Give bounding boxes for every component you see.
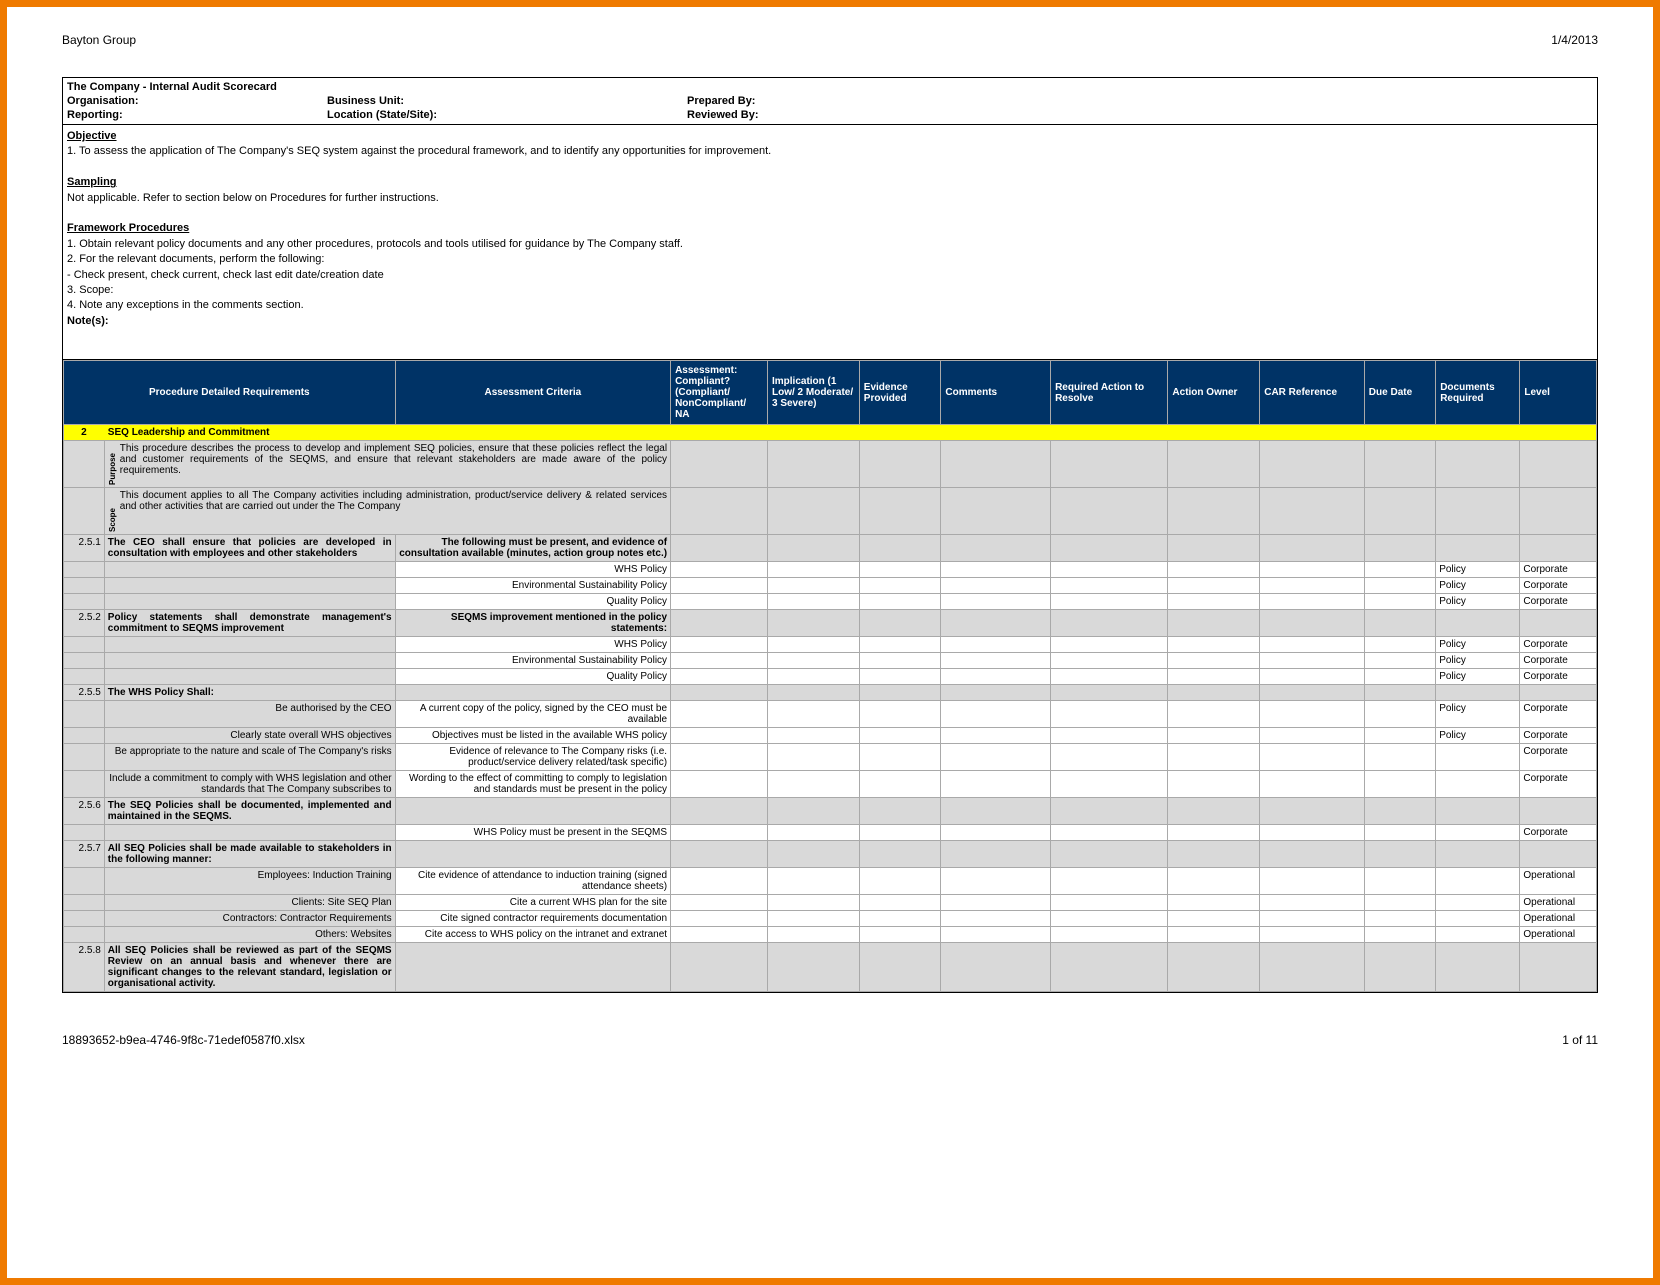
prepared-label: Prepared By: bbox=[687, 94, 1593, 108]
fp2a: - Check present, check current, check la… bbox=[67, 268, 1593, 283]
table-row: 2.5.2Policy statements shall demonstrate… bbox=[64, 610, 1597, 637]
reviewed-label: Reviewed By: bbox=[687, 108, 1593, 122]
col-owner: Action Owner bbox=[1168, 361, 1260, 425]
table-row: 2.5.5The WHS Policy Shall: bbox=[64, 685, 1597, 701]
page-footer: 18893652-b9ea-4746-9f8c-71edef0587f0.xls… bbox=[62, 993, 1598, 1047]
sampling-heading: Sampling bbox=[67, 175, 1593, 190]
col-car: CAR Reference bbox=[1260, 361, 1365, 425]
col-action: Required Action to Resolve bbox=[1051, 361, 1168, 425]
bu-label: Business Unit: bbox=[327, 94, 687, 108]
table-row: WHS Policy must be present in the SEQMSC… bbox=[64, 825, 1597, 841]
table-row: Quality PolicyPolicyCorporate bbox=[64, 669, 1597, 685]
table-row: Contractors: Contractor RequirementsCite… bbox=[64, 911, 1597, 927]
table-row: 2.5.1The CEO shall ensure that policies … bbox=[64, 535, 1597, 562]
table-row: 2.5.6The SEQ Policies shall be documente… bbox=[64, 798, 1597, 825]
header-left: Bayton Group bbox=[62, 33, 136, 47]
col-docs: Documents Required bbox=[1436, 361, 1520, 425]
reporting-label: Reporting: bbox=[67, 108, 327, 122]
table-row: 2.5.8All SEQ Policies shall be reviewed … bbox=[64, 943, 1597, 992]
table-row: Quality PolicyPolicyCorporate bbox=[64, 594, 1597, 610]
document-page: Bayton Group 1/4/2013 The Company - Inte… bbox=[0, 0, 1660, 1285]
table-row: Be authorised by the CEOA current copy o… bbox=[64, 701, 1597, 728]
fp1: 1. Obtain relevant policy documents and … bbox=[67, 237, 1593, 252]
org-label: Organisation: bbox=[67, 94, 327, 108]
col-criteria: Assessment Criteria bbox=[395, 361, 670, 425]
audit-table: Procedure Detailed Requirements Assessme… bbox=[63, 360, 1597, 992]
table-header: Procedure Detailed Requirements Assessme… bbox=[64, 361, 1597, 425]
table-row: Clearly state overall WHS objectivesObje… bbox=[64, 728, 1597, 744]
location-label: Location (State/Site): bbox=[327, 108, 687, 122]
col-assessment: Assessment: Compliant? (Compliant/ NonCo… bbox=[671, 361, 768, 425]
footer-filename: 18893652-b9ea-4746-9f8c-71edef0587f0.xls… bbox=[62, 1033, 305, 1047]
main-frame: The Company - Internal Audit Scorecard O… bbox=[62, 77, 1598, 993]
table-row: WHS PolicyPolicyCorporate bbox=[64, 637, 1597, 653]
sampling-text: Not applicable. Refer to section below o… bbox=[67, 191, 1593, 206]
notes-block: Objective 1. To assess the application o… bbox=[63, 125, 1597, 360]
fp4: 4. Note any exceptions in the comments s… bbox=[67, 298, 1593, 313]
table-row: Be appropriate to the nature and scale o… bbox=[64, 744, 1597, 771]
col-comments: Comments bbox=[941, 361, 1051, 425]
col-req: Procedure Detailed Requirements bbox=[64, 361, 396, 425]
objective-text: 1. To assess the application of The Comp… bbox=[67, 144, 1593, 159]
col-due: Due Date bbox=[1364, 361, 1435, 425]
notes-label: Note(s): bbox=[67, 314, 1593, 329]
page-header: Bayton Group 1/4/2013 bbox=[62, 29, 1598, 77]
table-row: Environmental Sustainability PolicyPolic… bbox=[64, 653, 1597, 669]
header-date: 1/4/2013 bbox=[1551, 33, 1598, 47]
table-row: Environmental Sustainability PolicyPolic… bbox=[64, 578, 1597, 594]
table-row: Clients: Site SEQ PlanCite a current WHS… bbox=[64, 895, 1597, 911]
col-evidence: Evidence Provided bbox=[859, 361, 941, 425]
table-row: Others: WebsitesCite access to WHS polic… bbox=[64, 927, 1597, 943]
table-row: PurposeThis procedure describes the proc… bbox=[64, 441, 1597, 488]
title: The Company - Internal Audit Scorecard bbox=[67, 80, 327, 94]
table-row: Employees: Induction TrainingCite eviden… bbox=[64, 868, 1597, 895]
col-implication: Implication (1 Low/ 2 Moderate/ 3 Severe… bbox=[767, 361, 859, 425]
col-level: Level bbox=[1520, 361, 1597, 425]
fp2: 2. For the relevant documents, perform t… bbox=[67, 252, 1593, 267]
framework-heading: Framework Procedures bbox=[67, 221, 1593, 236]
table-row: ScopeThis document applies to all The Co… bbox=[64, 488, 1597, 535]
table-row: 2.5.7All SEQ Policies shall be made avai… bbox=[64, 841, 1597, 868]
objective-heading: Objective bbox=[67, 129, 1593, 144]
fp3: 3. Scope: bbox=[67, 283, 1593, 298]
table-body: 2SEQ Leadership and CommitmentPurposeThi… bbox=[64, 425, 1597, 992]
table-row: WHS PolicyPolicyCorporate bbox=[64, 562, 1597, 578]
footer-pagenum: 1 of 11 bbox=[1562, 1033, 1598, 1047]
section-row: 2SEQ Leadership and Commitment bbox=[64, 425, 1597, 441]
info-block: The Company - Internal Audit Scorecard O… bbox=[63, 78, 1597, 125]
table-row: Include a commitment to comply with WHS … bbox=[64, 771, 1597, 798]
